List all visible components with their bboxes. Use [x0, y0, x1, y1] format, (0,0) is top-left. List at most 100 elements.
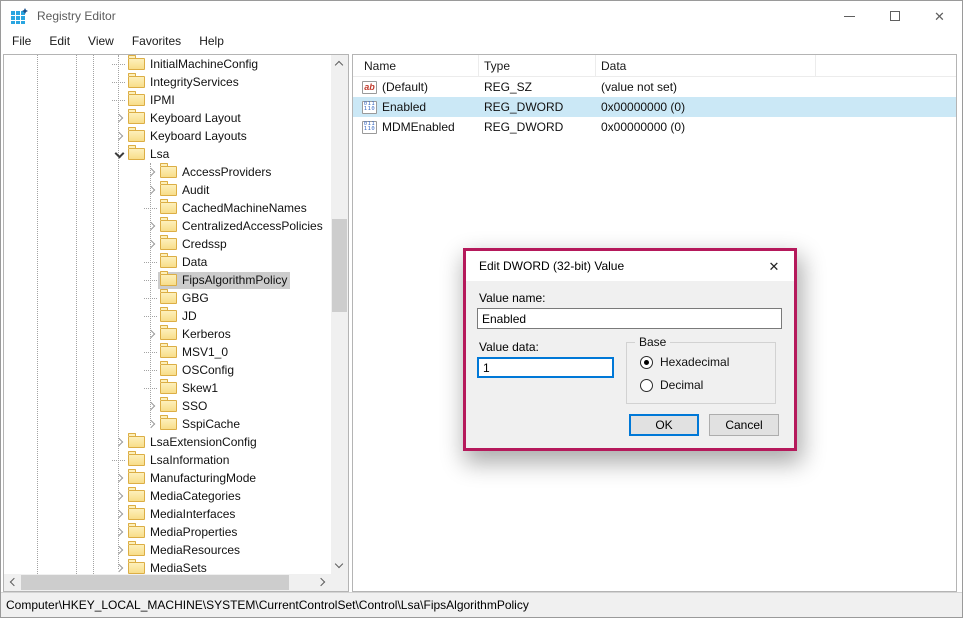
chevron-right-icon[interactable]: [144, 165, 158, 179]
chevron-right-icon[interactable]: [144, 327, 158, 341]
radio-decimal[interactable]: Decimal: [640, 378, 703, 392]
folder-icon: [128, 540, 145, 556]
dialog-close-button[interactable]: ✕: [759, 254, 789, 279]
value-row-Default[interactable]: ab (Default) REG_SZ (value not set): [353, 77, 956, 97]
radio-unselected-icon: [640, 378, 653, 392]
tree-item-MediaCategories[interactable]: MediaCategories: [4, 486, 348, 505]
tree-item-Keyboard Layout[interactable]: Keyboard Layout: [4, 108, 348, 127]
tree-item-GBG[interactable]: GBG: [4, 288, 348, 307]
tree-item-label: LsaExtensionConfig: [150, 434, 257, 449]
close-icon: ✕: [934, 8, 945, 24]
scroll-right-button[interactable]: [314, 574, 331, 591]
values-list: ab (Default) REG_SZ (value not set) 011 110 En…: [353, 77, 956, 137]
chevron-right-icon[interactable]: [112, 435, 126, 449]
chevron-down-icon: [334, 559, 344, 569]
close-button[interactable]: ✕: [917, 1, 962, 31]
tree-item-Skew1[interactable]: Skew1: [4, 378, 348, 397]
tree-item-MediaSets[interactable]: MediaSets: [4, 558, 348, 574]
tree-item-label: Keyboard Layouts: [150, 128, 247, 143]
tree-item-InitialMachineConfig[interactable]: InitialMachineConfig: [4, 55, 348, 73]
folder-icon: [128, 468, 145, 484]
chevron-right-icon[interactable]: [144, 417, 158, 431]
value-data-input[interactable]: [477, 357, 614, 378]
cancel-button[interactable]: Cancel: [709, 414, 779, 436]
tree-item-ManufacturingMode[interactable]: ManufacturingMode: [4, 468, 348, 487]
chevron-right-icon[interactable]: [112, 507, 126, 521]
tree-item-JD[interactable]: JD: [4, 306, 348, 325]
tree-item-label: Credssp: [182, 236, 227, 251]
tree-item-SspiCache[interactable]: SspiCache: [4, 414, 348, 433]
tree-item-MediaProperties[interactable]: MediaProperties: [4, 522, 348, 541]
tree-item-CentralizedAccessPolicies[interactable]: CentralizedAccessPolicies: [4, 216, 348, 235]
tree-item-label: ManufacturingMode: [150, 470, 257, 485]
chevron-right-icon[interactable]: [112, 561, 126, 574]
tree-item-Keyboard Layouts[interactable]: Keyboard Layouts: [4, 126, 348, 145]
chevron-right-icon[interactable]: [112, 471, 126, 485]
scroll-down-button[interactable]: [331, 557, 348, 574]
folder-icon: [128, 558, 145, 574]
tree-item-Credssp[interactable]: Credssp: [4, 234, 348, 253]
tree-vertical-scrollbar[interactable]: [331, 55, 348, 574]
chevron-right-icon[interactable]: [112, 129, 126, 143]
minimize-button[interactable]: [827, 1, 872, 31]
tree-item-label: SspiCache: [182, 416, 241, 431]
tree-horizontal-scrollbar[interactable]: [4, 574, 331, 591]
chevron-right-icon[interactable]: [112, 525, 126, 539]
radio-hexadecimal[interactable]: Hexadecimal: [640, 355, 729, 369]
tree-item-label: InitialMachineConfig: [150, 56, 259, 71]
tree-item-LsaExtensionConfig[interactable]: LsaExtensionConfig: [4, 432, 348, 451]
tree-item-Kerberos[interactable]: Kerberos: [4, 324, 348, 343]
dword-value-icon: 011 110: [362, 120, 377, 134]
value-name-input[interactable]: [477, 308, 782, 329]
chevron-left-icon: [9, 577, 19, 587]
scrollbar-thumb[interactable]: [332, 219, 347, 312]
column-header-filler: [816, 55, 956, 76]
tree-item-MSV1_0[interactable]: MSV1_0: [4, 342, 348, 361]
menu-file[interactable]: File: [3, 31, 40, 53]
tree-item-Lsa[interactable]: Lsa: [4, 144, 348, 163]
value-row-MDMEnabled[interactable]: 011 110 MDMEnabled REG_DWORD 0x00000000 (0): [353, 117, 956, 137]
chevron-up-icon: [334, 60, 344, 70]
tree-item-label: Skew1: [182, 380, 219, 395]
tree-item-IPMI[interactable]: IPMI: [4, 90, 348, 109]
tree-item-label: CachedMachineNames: [182, 200, 307, 215]
menu-favorites[interactable]: Favorites: [123, 31, 190, 53]
tree-item-MediaResources[interactable]: MediaResources: [4, 540, 348, 559]
tree-item-Audit[interactable]: Audit: [4, 180, 348, 199]
scroll-left-button[interactable]: [4, 574, 21, 591]
chevron-right-icon[interactable]: [112, 111, 126, 125]
folder-icon: [160, 360, 177, 376]
tree-item-CachedMachineNames[interactable]: CachedMachineNames: [4, 198, 348, 217]
tree-item-SSO[interactable]: SSO: [4, 396, 348, 415]
chevron-right-icon[interactable]: [144, 399, 158, 413]
value-row-Enabled[interactable]: 011 110 Enabled REG_DWORD 0x00000000 (0): [353, 97, 956, 117]
column-header-data[interactable]: Data: [596, 55, 816, 76]
list-header: Name Type Data: [353, 55, 956, 77]
scrollbar-thumb[interactable]: [21, 575, 289, 590]
column-header-type[interactable]: Type: [479, 55, 596, 76]
tree-item-AccessProviders[interactable]: AccessProviders: [4, 162, 348, 181]
tree-item-MediaInterfaces[interactable]: MediaInterfaces: [4, 504, 348, 523]
chevron-right-icon[interactable]: [144, 183, 158, 197]
maximize-button[interactable]: [872, 1, 917, 31]
ok-button[interactable]: OK: [629, 414, 699, 436]
tree-item-OSConfig[interactable]: OSConfig: [4, 360, 348, 379]
chevron-down-icon[interactable]: [112, 147, 126, 161]
menu-edit[interactable]: Edit: [40, 31, 79, 53]
chevron-right-icon[interactable]: [144, 219, 158, 233]
tree-item-FipsAlgorithmPolicy[interactable]: FipsAlgorithmPolicy: [4, 270, 348, 289]
chevron-right-icon[interactable]: [112, 543, 126, 557]
menu-help[interactable]: Help: [190, 31, 233, 53]
tree-item-IntegrityServices[interactable]: IntegrityServices: [4, 72, 348, 91]
tree-item-LsaInformation[interactable]: LsaInformation: [4, 450, 348, 469]
tree-item-label: MediaInterfaces: [150, 506, 236, 521]
tree-item-label: CentralizedAccessPolicies: [182, 218, 323, 233]
tree-item-Data[interactable]: Data: [4, 252, 348, 271]
chevron-right-icon[interactable]: [144, 237, 158, 251]
minimize-icon: [844, 15, 855, 17]
folder-icon: [160, 324, 177, 340]
column-header-name[interactable]: Name: [353, 55, 479, 76]
scroll-up-button[interactable]: [331, 55, 348, 72]
menu-view[interactable]: View: [79, 31, 123, 53]
chevron-right-icon[interactable]: [112, 489, 126, 503]
